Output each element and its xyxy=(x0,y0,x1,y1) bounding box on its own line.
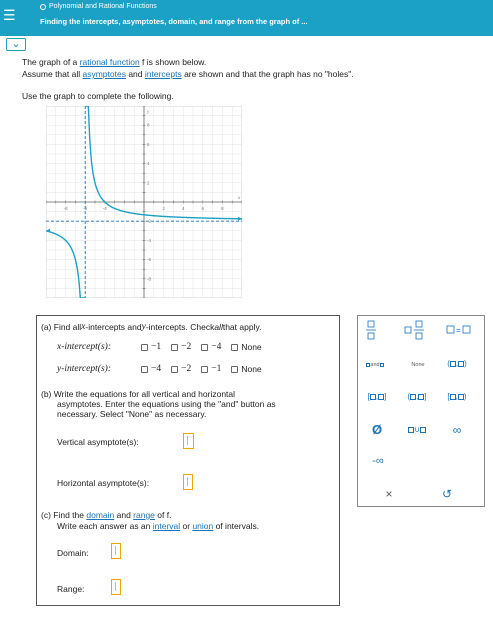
x-tick-label: -8 xyxy=(64,206,68,211)
union-link[interactable]: union xyxy=(192,521,213,531)
math-palette xyxy=(357,315,485,507)
part-a-title: (a) Find all x -intercepts and y -intercep… xyxy=(41,322,262,332)
y-option-2[interactable]: −2 xyxy=(171,364,191,374)
breadcrumb: Polynomial and Rational Functions xyxy=(40,3,157,10)
part-b-line-2: asymptotes. Enter the equations using th… xyxy=(57,399,276,409)
x-tick-label: -4 xyxy=(103,206,107,211)
range-input[interactable] xyxy=(111,579,121,595)
asymptotes-link[interactable]: asymptotes xyxy=(82,69,125,79)
closed-interval-button[interactable]: [,] xyxy=(362,389,392,405)
and-button[interactable]: and xyxy=(361,357,389,373)
horizontal-asymptote-label: Horizontal asymptote(s): xyxy=(57,478,150,488)
part-c-line-1: (c) Find the domain and range of f. xyxy=(41,510,172,520)
part-b-line-3: necessary. Select "None" as necessary. xyxy=(57,409,207,419)
vertical-asymptote-label: Vertical asymptote(s): xyxy=(57,437,139,447)
y-tick-label: -4 xyxy=(147,238,151,243)
domain-link[interactable]: domain xyxy=(86,510,114,520)
rational-function-link[interactable]: rational function xyxy=(80,57,140,67)
part-b-line-1: (b) Write the equations for all vertical… xyxy=(41,389,236,399)
equals-button[interactable]: = xyxy=(446,324,472,336)
undo-icon[interactable]: ↺ xyxy=(432,486,462,502)
y-intercept-label: y-intercept(s): xyxy=(57,364,111,374)
x-option-2[interactable]: −2 xyxy=(171,342,191,352)
top-bar: ☰ Polynomial and Rational Functions Find… xyxy=(0,0,493,36)
y-option-1[interactable]: −1 xyxy=(201,364,221,374)
y-intercept-row: y-intercept(s): −4 −2 −1 None xyxy=(57,364,272,374)
x-intercept-row: x-intercept(s): −1 −2 −4 None xyxy=(57,342,272,352)
page-title: Finding the intercepts, asymptotes, doma… xyxy=(40,17,308,26)
empty-set-button[interactable]: Ø xyxy=(362,422,392,438)
x-option-1[interactable]: −1 xyxy=(141,342,161,352)
intercepts-link[interactable]: intercepts xyxy=(145,69,182,79)
intro-line-3: Use the graph to complete the following. xyxy=(22,91,174,101)
circle-icon xyxy=(40,3,46,10)
union-button[interactable]: ∪ xyxy=(402,422,432,438)
y-option-none[interactable]: None xyxy=(231,364,262,374)
range-label: Range: xyxy=(57,584,85,594)
svg-text:=: = xyxy=(456,326,461,335)
intro-line-1: The graph of a rational function f is sh… xyxy=(22,57,207,67)
chevron-down-icon[interactable]: ⌄ xyxy=(6,38,26,51)
breadcrumb-text: Polynomial and Rational Functions xyxy=(49,3,157,10)
clear-icon[interactable]: × xyxy=(374,486,404,502)
intro-line-2: Assume that all asymptotes and intercept… xyxy=(22,69,354,79)
y-tick-label: -6 xyxy=(147,257,151,262)
none-button[interactable]: None xyxy=(403,357,433,373)
x-option-4[interactable]: −4 xyxy=(201,342,221,352)
interval-link[interactable]: interval xyxy=(153,521,180,531)
horizontal-asymptote-input[interactable] xyxy=(183,474,193,490)
half-open-left-button[interactable]: (,] xyxy=(402,389,432,405)
domain-input[interactable] xyxy=(111,543,121,559)
fraction-button[interactable] xyxy=(364,320,380,340)
questions-panel xyxy=(36,315,340,606)
infinity-button[interactable]: ∞ xyxy=(442,422,472,438)
open-interval-button[interactable]: (,) xyxy=(442,356,472,372)
vertical-asymptote-input[interactable] xyxy=(183,433,194,449)
x-intercept-label: x-intercept(s): xyxy=(57,342,111,352)
menu-icon[interactable]: ☰ xyxy=(3,7,16,24)
y-tick-label: -8 xyxy=(147,276,151,281)
domain-label: Domain: xyxy=(57,548,89,558)
half-open-right-button[interactable]: [,) xyxy=(442,389,472,405)
function-graph: -8-6-424688642-2-4-6-8xy xyxy=(46,106,242,298)
mixed-number-button[interactable] xyxy=(404,320,426,340)
negative-infinity-button[interactable]: -∞ xyxy=(363,453,393,469)
x-option-none[interactable]: None xyxy=(231,342,262,352)
y-option-4[interactable]: −4 xyxy=(141,364,161,374)
range-link[interactable]: range xyxy=(133,510,155,520)
part-c-line-2: Write each answer as an interval or unio… xyxy=(57,521,260,531)
